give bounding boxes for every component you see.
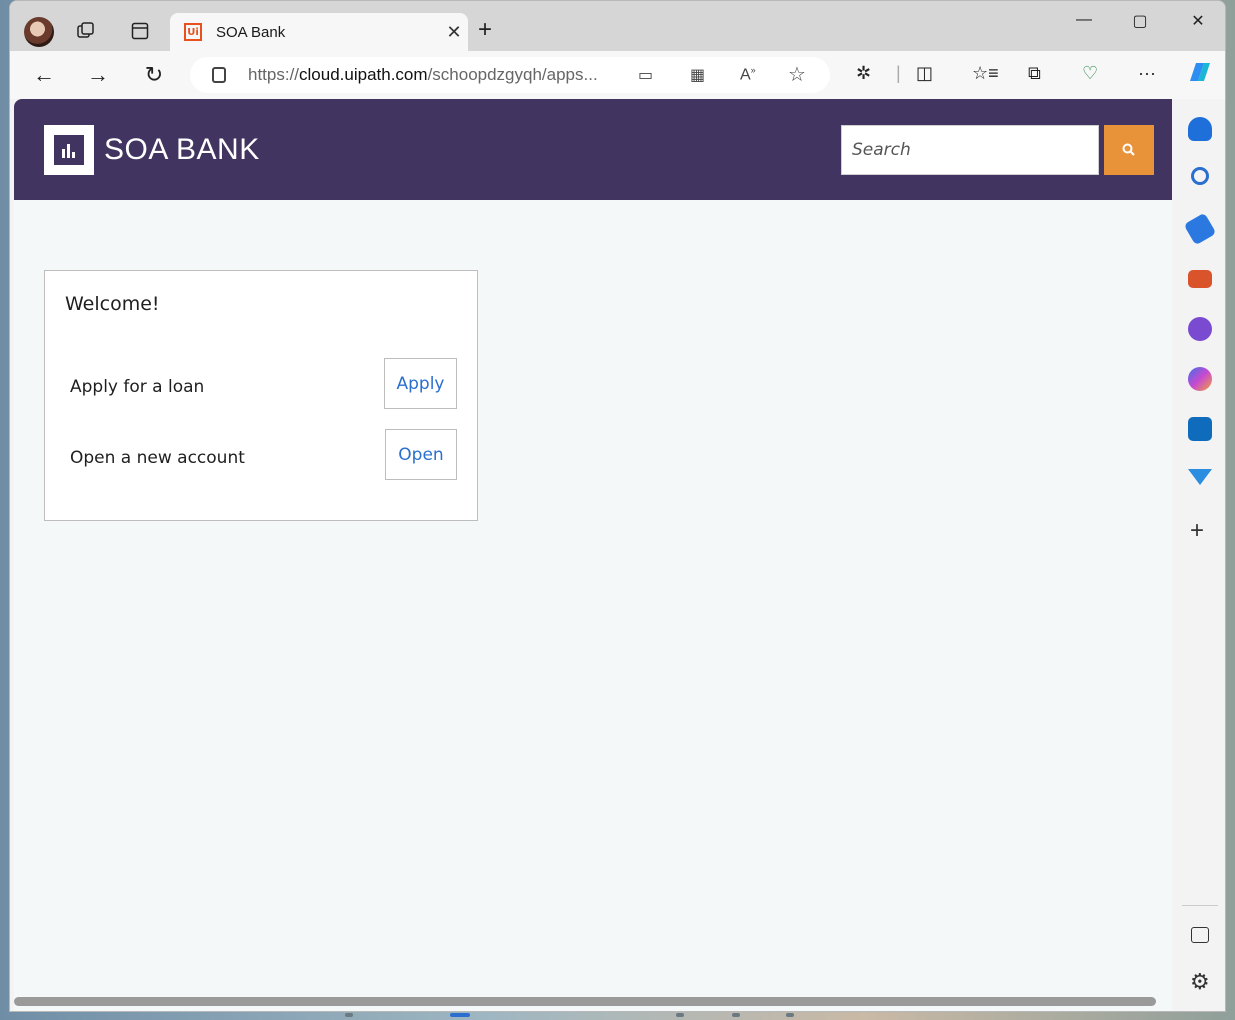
app-available-icon[interactable]: ▭ xyxy=(638,65,653,85)
web-page: SOA BANK Welcome! Apply for a loan Apply… xyxy=(14,99,1172,1011)
collections-icon[interactable]: ⧉ xyxy=(1028,63,1041,84)
bell-icon[interactable] xyxy=(1188,117,1212,141)
favorites-icon[interactable]: ☆≡ xyxy=(972,63,999,84)
back-icon[interactable]: ← xyxy=(26,59,62,91)
refresh-icon[interactable]: ↻ xyxy=(136,59,172,91)
outlook-icon[interactable] xyxy=(1188,417,1212,441)
bank-logo-icon xyxy=(44,125,94,175)
tools-icon[interactable] xyxy=(1188,270,1212,288)
more-icon[interactable]: ··· xyxy=(1138,63,1156,84)
welcome-card: Welcome! Apply for a loan Apply Open a n… xyxy=(44,270,478,521)
workspaces-icon[interactable] xyxy=(68,13,104,49)
microsoft365-icon[interactable] xyxy=(1188,367,1212,391)
apply-loan-label: Apply for a loan xyxy=(70,377,205,397)
extensions-icon[interactable]: ✲ xyxy=(856,63,871,84)
card-title: Welcome! xyxy=(65,293,160,315)
settings-icon[interactable]: ⚙ xyxy=(1190,969,1210,995)
search-icon xyxy=(1122,143,1135,156)
sidebar-divider xyxy=(1182,905,1218,906)
uipath-favicon-icon: Ui xyxy=(184,23,202,41)
tab-actions-icon[interactable] xyxy=(122,13,158,49)
maximize-icon[interactable]: ▢ xyxy=(1118,11,1162,35)
favorite-star-icon[interactable]: ☆ xyxy=(788,62,806,87)
address-bar-row: ← → ↻ https://cloud.uipath.com/schoopdzg… xyxy=(10,51,1225,99)
read-aloud-icon[interactable]: A» xyxy=(740,65,756,84)
close-tab-icon[interactable]: ✕ xyxy=(440,22,468,43)
drop-icon[interactable] xyxy=(1188,469,1212,485)
minimize-icon[interactable]: — xyxy=(1062,11,1106,35)
lock-icon[interactable] xyxy=(212,67,226,83)
split-screen-icon[interactable]: ◫ xyxy=(916,63,933,84)
search-icon[interactable] xyxy=(1191,167,1209,185)
app-header: SOA BANK xyxy=(14,99,1172,200)
sidebar-toggle-icon[interactable] xyxy=(1191,927,1209,943)
browser-window: Ui SOA Bank ✕ + — ▢ ✕ ← → ↻ https://clou… xyxy=(9,0,1226,1012)
brand-name: SOA BANK xyxy=(104,133,260,166)
url-text[interactable]: https://cloud.uipath.com/schoopdzgyqh/ap… xyxy=(248,65,618,85)
new-tab-icon[interactable]: + xyxy=(478,16,492,44)
search-input[interactable] xyxy=(841,125,1099,175)
toolbar-divider: | xyxy=(896,63,901,83)
active-tab[interactable]: Ui SOA Bank ✕ xyxy=(170,13,468,51)
tab-bar: Ui SOA Bank ✕ + — ▢ ✕ xyxy=(10,1,1225,51)
address-bar[interactable]: https://cloud.uipath.com/schoopdzgyqh/ap… xyxy=(190,57,830,93)
open-account-label: Open a new account xyxy=(70,448,245,468)
search-button[interactable] xyxy=(1104,125,1154,175)
edge-sidebar: + ⚙ xyxy=(1172,99,1225,1011)
taskbar-indicator xyxy=(732,1013,740,1017)
apply-button[interactable]: Apply xyxy=(384,358,457,409)
forward-icon[interactable]: → xyxy=(80,59,116,91)
tab-title: SOA Bank xyxy=(216,23,286,41)
profile-avatar[interactable] xyxy=(24,17,54,47)
games-icon[interactable] xyxy=(1188,317,1212,341)
qr-icon[interactable]: ▦ xyxy=(690,65,705,85)
taskbar-indicator xyxy=(786,1013,794,1017)
open-button[interactable]: Open xyxy=(385,429,457,480)
taskbar-indicator xyxy=(345,1013,353,1017)
taskbar-indicator-active xyxy=(450,1013,470,1017)
copilot-icon[interactable] xyxy=(1184,59,1214,92)
taskbar-indicator xyxy=(676,1013,684,1017)
browser-essentials-icon[interactable]: ♡ xyxy=(1082,63,1098,84)
horizontal-scrollbar[interactable] xyxy=(14,997,1156,1006)
add-icon[interactable]: + xyxy=(1190,517,1204,545)
close-window-icon[interactable]: ✕ xyxy=(1176,11,1220,35)
shopping-tag-icon[interactable] xyxy=(1183,212,1217,246)
